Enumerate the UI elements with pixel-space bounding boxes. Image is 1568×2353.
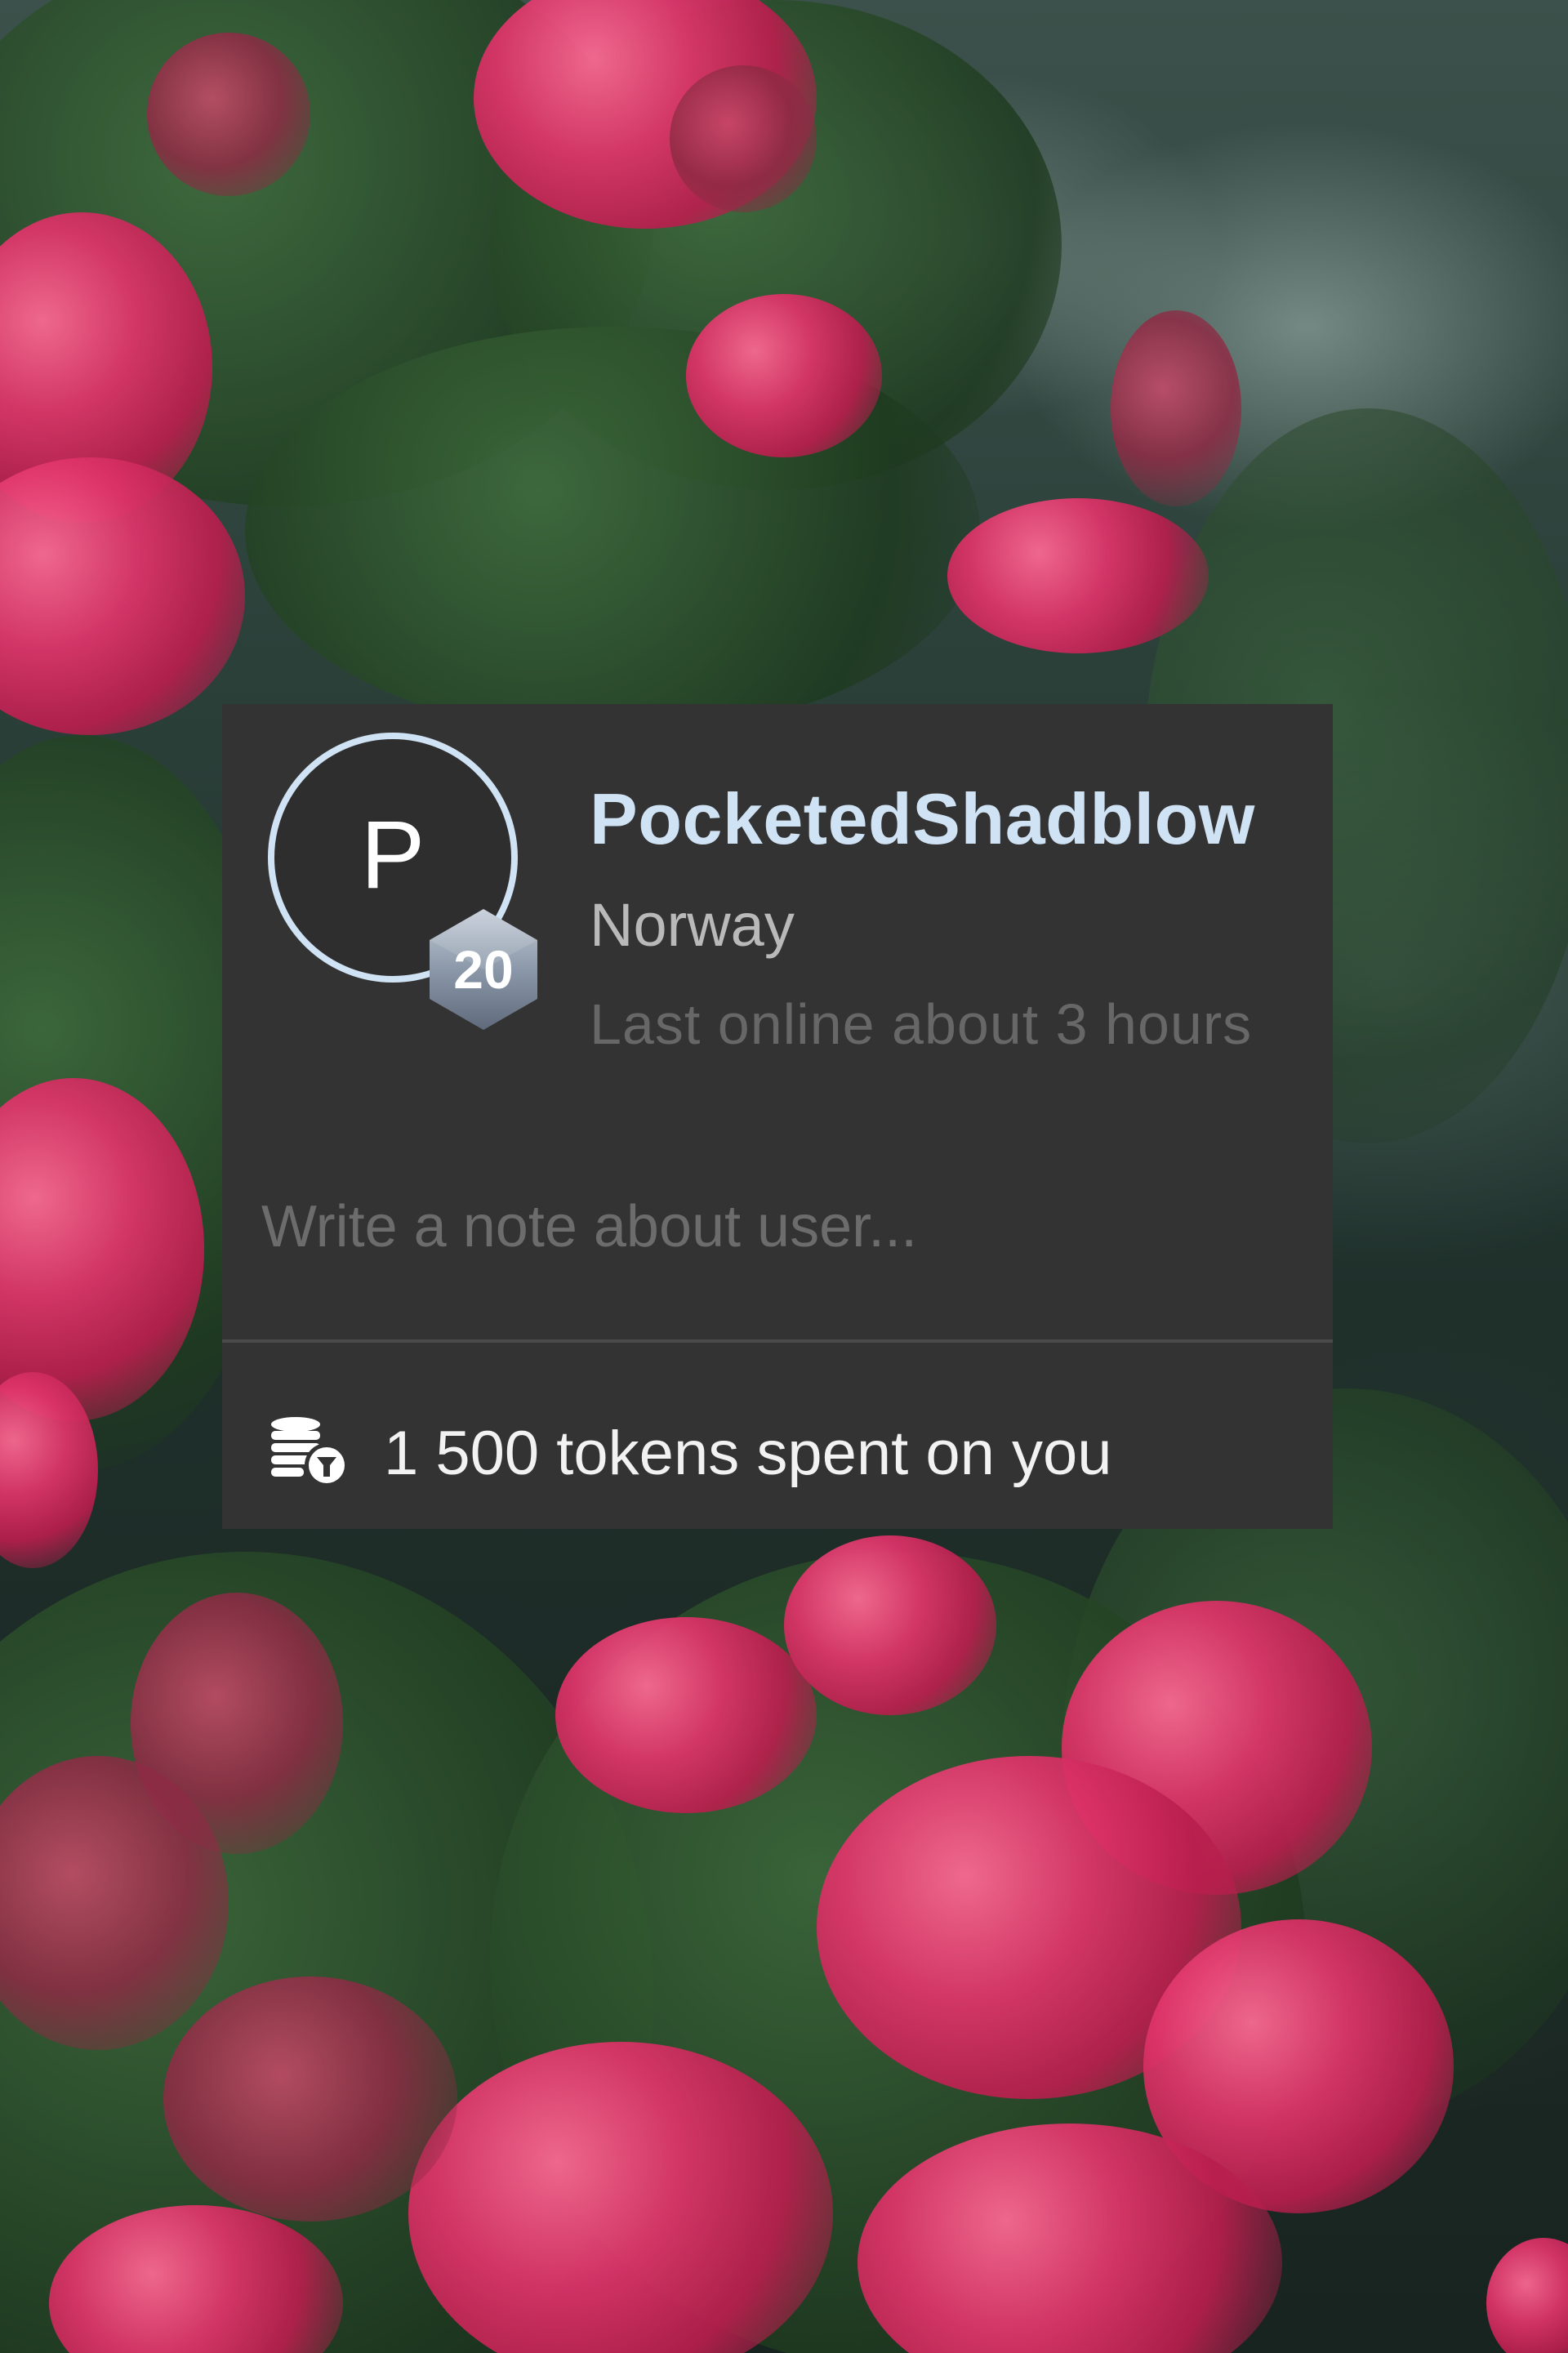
user-profile-card: P 20 PocketedShadblow Norway Last online… [222, 704, 1333, 1529]
avatar[interactable]: P 20 [268, 733, 537, 1030]
coins-icon [271, 1417, 349, 1487]
user-note-input[interactable] [261, 1178, 1290, 1276]
divider [222, 1339, 1333, 1343]
level-badge: 20 [425, 906, 542, 1033]
last-online-status: Last online about 3 hours [590, 992, 1253, 1056]
tokens-spent-text: 1 500 tokens spent on you [384, 1418, 1112, 1488]
country-label: Norway [590, 891, 795, 959]
username[interactable]: PocketedShadblow [590, 778, 1255, 861]
tokens-spent-row: 1 500 tokens spent on you [268, 1408, 1112, 1498]
level-number: 20 [453, 939, 514, 1000]
